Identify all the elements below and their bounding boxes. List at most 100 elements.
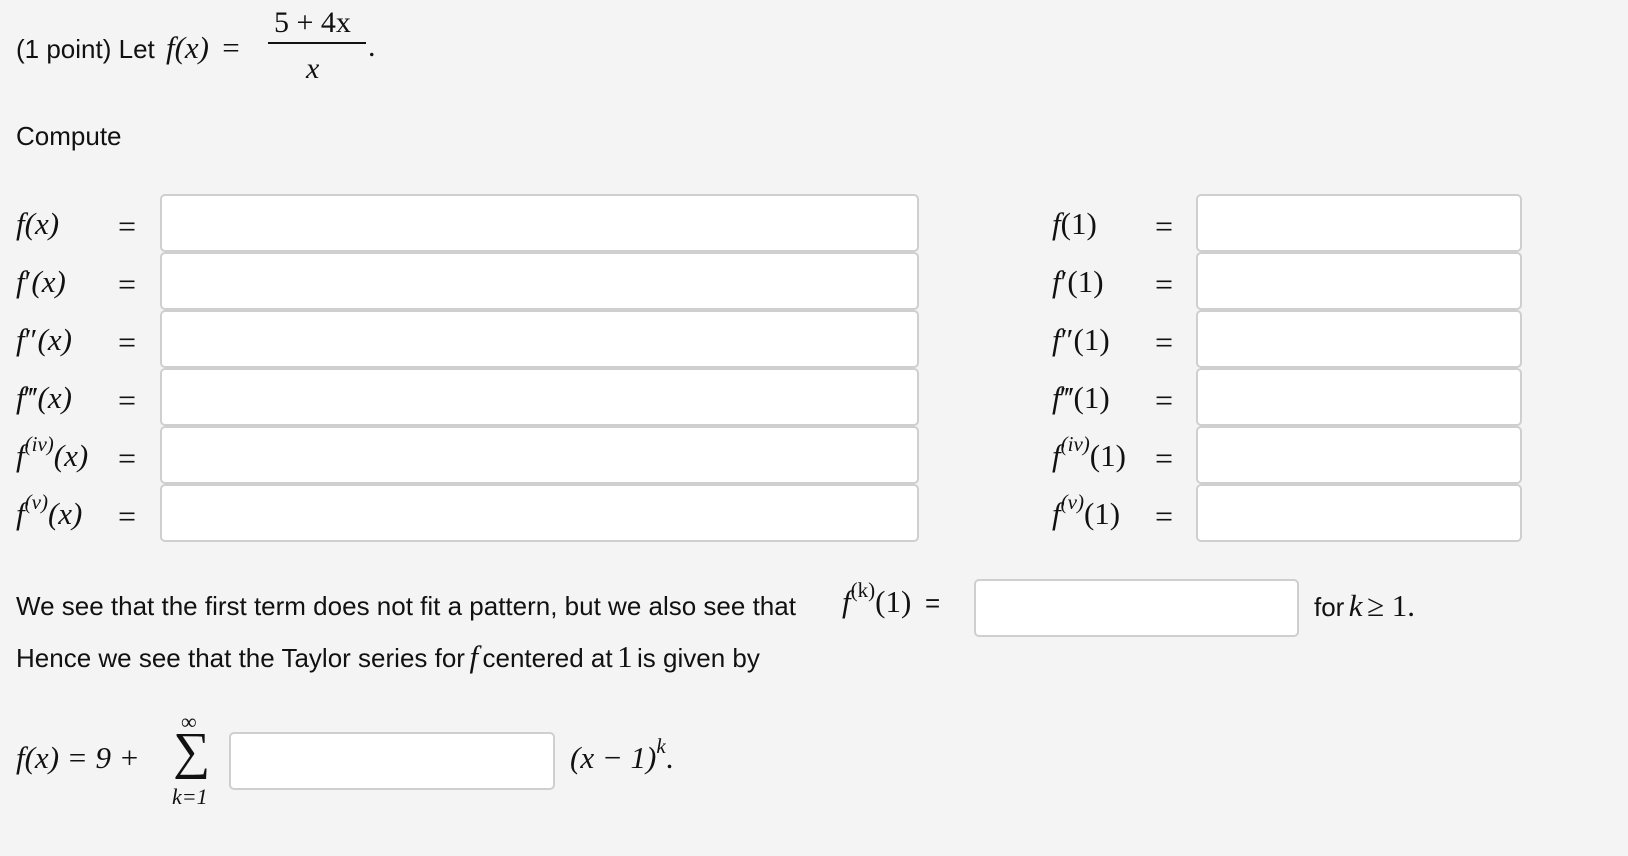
left-deriv-equals-5: = — [118, 498, 137, 534]
left-deriv-fn: f — [16, 206, 25, 241]
left-deriv-prime: ‴ — [24, 380, 38, 415]
compute-label: Compute — [16, 121, 122, 151]
tail-exponent: k — [656, 734, 666, 758]
right-deriv-fn: f — [1052, 206, 1061, 241]
pattern-text: We see that the first term does not fit … — [16, 591, 796, 621]
intro-text: (1 point) Let — [16, 34, 155, 64]
f-triple-prime-x-input[interactable] — [160, 368, 919, 426]
k-var: k — [1348, 588, 1363, 623]
left-deriv-equals-1: = — [118, 266, 137, 302]
fraction-numerator: 5 + 4x — [274, 6, 351, 39]
left-deriv-fn: f — [16, 496, 25, 531]
right-deriv-fn: f — [1052, 438, 1061, 473]
f1-input[interactable] — [1196, 194, 1522, 252]
fx-input[interactable] — [160, 194, 919, 252]
right-deriv-equals-0: = — [1155, 208, 1174, 244]
right-deriv-order-sup: (v) — [1060, 490, 1084, 514]
left-deriv-order-sup: (iv) — [24, 432, 54, 456]
right-deriv-arg: (1) — [1067, 264, 1104, 299]
left-deriv-equals-4: = — [118, 440, 137, 476]
right-deriv-arg: (1) — [1060, 206, 1097, 241]
left-deriv-arg: (x) — [31, 264, 66, 299]
right-deriv-arg: (1) — [1083, 496, 1121, 531]
pattern-input[interactable] — [974, 579, 1299, 637]
f-prime-1-input[interactable] — [1196, 252, 1522, 310]
f-fifth-1-input[interactable] — [1196, 484, 1522, 542]
tail-period: . — [665, 740, 674, 775]
left-deriv-arg: (x) — [53, 438, 89, 473]
right-deriv-label-1: f′(1) — [1052, 264, 1104, 300]
left-deriv-arg: (x) — [24, 206, 60, 241]
right-deriv-label-3: f‴(1) — [1052, 380, 1110, 416]
right-deriv-order-sup: (iv) — [1060, 432, 1090, 456]
right-deriv-equals-4: = — [1155, 440, 1174, 476]
f-double-prime-1-input[interactable] — [1196, 310, 1522, 368]
f-double-prime-x-input[interactable] — [160, 310, 919, 368]
left-deriv-label-2: f″(x) — [16, 322, 72, 358]
pattern-f: f — [842, 584, 851, 619]
tail-base: (x − 1) — [570, 740, 657, 775]
right-deriv-fn: f — [1052, 496, 1061, 531]
right-deriv-prime: ″ — [1060, 322, 1074, 357]
right-deriv-label-0: f(1) — [1052, 206, 1097, 242]
f-triple-prime-1-input[interactable] — [1196, 368, 1522, 426]
right-deriv-label-4: f(iv)(1) — [1052, 432, 1126, 474]
f-of-x: f(x) — [165, 30, 210, 65]
right-deriv-arg: (1) — [1073, 322, 1110, 357]
fraction-denominator: x — [306, 52, 320, 85]
left-deriv-arg: (x) — [37, 380, 72, 415]
hence-sentence: Hence we see that the Taylor series for … — [16, 639, 760, 675]
right-deriv-prime: ‴ — [1060, 380, 1074, 415]
hence-text-mid: centered at — [482, 643, 613, 673]
fraction-period: . — [368, 30, 376, 63]
right-deriv-equals-2: = — [1155, 324, 1174, 360]
left-deriv-order-sup: (v) — [24, 490, 48, 514]
right-deriv-fn: f — [1052, 380, 1061, 415]
equals-sign: = — [222, 30, 240, 65]
hence-text-after: is given by — [637, 643, 760, 673]
left-deriv-fn: f — [16, 322, 25, 357]
left-deriv-equals-2: = — [118, 324, 137, 360]
problem-intro: (1 point) Let f(x) = — [16, 30, 240, 66]
left-deriv-label-0: f(x) — [16, 206, 59, 242]
pattern-equals: = — [925, 588, 941, 618]
right-deriv-arg: (1) — [1073, 380, 1110, 415]
series-coefficient-input[interactable] — [229, 732, 555, 790]
left-deriv-label-1: f′(x) — [16, 264, 66, 300]
f-prime-x-input[interactable] — [160, 252, 919, 310]
left-deriv-arg: (x) — [47, 496, 83, 531]
pattern-arg: (1) — [875, 584, 912, 619]
ge-one: ≥ 1. — [1367, 588, 1416, 623]
left-deriv-fn: f — [16, 438, 25, 473]
left-deriv-arg: (x) — [37, 322, 72, 357]
right-deriv-fn: f — [1052, 264, 1061, 299]
series-lhs-text: f(x) = 9 + — [16, 740, 140, 775]
right-deriv-fn: f — [1052, 322, 1061, 357]
right-deriv-arg: (1) — [1089, 438, 1126, 473]
hence-one: 1 — [617, 639, 633, 674]
left-deriv-prime: ″ — [24, 322, 38, 357]
for-k-condition: for k ≥ 1. — [1314, 588, 1415, 624]
left-deriv-fn: f — [16, 380, 25, 415]
series-tail: (x − 1)k. — [570, 734, 674, 776]
f-fifth-x-input[interactable] — [160, 484, 919, 542]
right-deriv-equals-5: = — [1155, 498, 1174, 534]
pattern-expression: f(k)(1) = — [842, 578, 941, 620]
f-fourth-x-input[interactable] — [160, 426, 919, 484]
right-deriv-label-2: f″(1) — [1052, 322, 1110, 358]
hence-f: f — [469, 639, 479, 674]
left-deriv-label-5: f(v)(x) — [16, 490, 83, 532]
left-deriv-fn: f — [16, 264, 25, 299]
left-deriv-equals-3: = — [118, 382, 137, 418]
pattern-sup: (k) — [850, 578, 876, 602]
for-text: for — [1314, 592, 1345, 622]
left-deriv-label-3: f‴(x) — [16, 380, 72, 416]
f-fourth-1-input[interactable] — [1196, 426, 1522, 484]
hence-text-before: Hence we see that the Taylor series for — [16, 643, 465, 673]
right-deriv-equals-3: = — [1155, 382, 1174, 418]
left-deriv-equals-0: = — [118, 208, 137, 244]
sigma-symbol: ∑ — [173, 723, 211, 780]
right-deriv-label-5: f(v)(1) — [1052, 490, 1121, 532]
series-lhs: f(x) = 9 + — [16, 740, 140, 776]
fraction-bar — [268, 42, 366, 44]
